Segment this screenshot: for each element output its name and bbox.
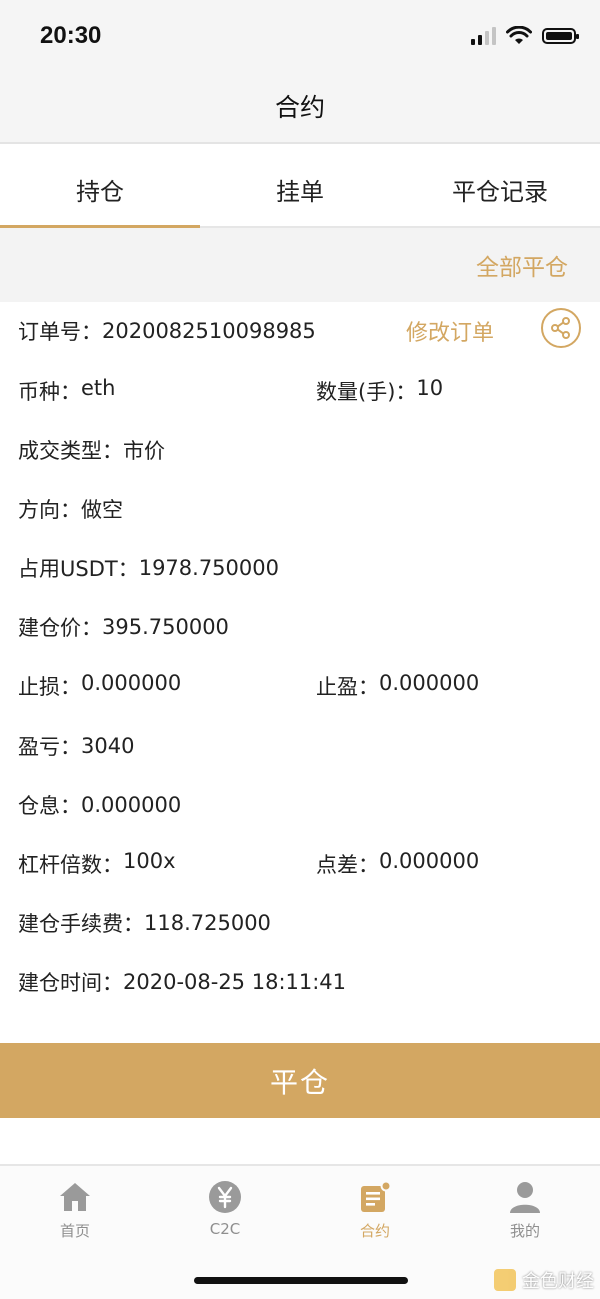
- watermark-text: 金色财经: [522, 1271, 594, 1292]
- direction-label: 方向：: [18, 498, 81, 522]
- contract-icon: [361, 1180, 392, 1212]
- cellular-signal-icon: [471, 27, 496, 45]
- leverage-value: 100x: [123, 849, 176, 873]
- direction-row: 方向： 做空: [18, 494, 588, 524]
- tabbar-label-home: 首页: [59, 1222, 90, 1240]
- interest-row: 仓息： 0.000000: [18, 790, 588, 820]
- coin-label: 币种：: [18, 380, 81, 404]
- page-title: 合约: [274, 93, 325, 122]
- fee-label: 建仓手续费：: [18, 912, 144, 936]
- order-detail: 订单号： 2020082510098985 修改订单 币种： eth 数量(手)…: [0, 302, 600, 1042]
- open-price-row: 建仓价： 395.750000: [18, 612, 588, 642]
- interest-label: 仓息：: [18, 794, 81, 818]
- status-icons: [471, 26, 579, 46]
- position-tabs: 持仓 挂单 平仓记录: [0, 152, 600, 228]
- share-icon: [551, 317, 570, 339]
- wifi-icon: [506, 26, 532, 44]
- tabbar-label-mine: 我的: [509, 1222, 540, 1240]
- spread-label: 点差：: [316, 853, 379, 877]
- order-no-label: 订单号：: [18, 320, 102, 344]
- take-profit-field: 止盈： 0.000000: [316, 671, 479, 701]
- order-no-value: 2020082510098985: [102, 319, 316, 343]
- tab-pending-orders[interactable]: 挂单: [200, 152, 400, 226]
- leverage-row: 杠杆倍数： 100x 点差： 0.000000: [18, 849, 588, 879]
- fee-row: 建仓手续费： 118.725000: [18, 908, 588, 938]
- usdt-row: 占用USDT： 1978.750000: [18, 553, 588, 583]
- tab-positions[interactable]: 持仓: [0, 152, 200, 228]
- deal-type-value: 市价: [123, 439, 165, 463]
- watermark: 金色财经: [494, 1267, 594, 1293]
- stop-loss-value: 0.000000: [81, 671, 182, 695]
- close-all-button[interactable]: 全部平仓: [476, 248, 568, 282]
- take-profit-label: 止盈：: [316, 675, 379, 699]
- qty-value: 10: [416, 376, 444, 400]
- battery-icon: [542, 28, 579, 44]
- close-position-button[interactable]: 平仓: [0, 1043, 600, 1118]
- coin-value: eth: [81, 376, 116, 400]
- tabbar-item-contract[interactable]: 合约: [300, 1180, 450, 1241]
- stop-loss-label: 止损：: [18, 675, 81, 699]
- take-profit-value: 0.000000: [379, 671, 480, 695]
- spread-value: 0.000000: [379, 849, 480, 873]
- spread-field: 点差： 0.000000: [316, 849, 479, 879]
- order-no-row: 订单号： 2020082510098985 修改订单: [18, 308, 588, 348]
- qty-label: 数量(手)：: [316, 380, 417, 404]
- tabbar-label-contract: 合约: [359, 1222, 390, 1240]
- tabbar-item-mine[interactable]: 我的: [450, 1180, 600, 1241]
- usdt-label: 占用USDT：: [18, 557, 139, 581]
- divider: [0, 142, 600, 152]
- stop-row: 止损： 0.000000 止盈： 0.000000: [18, 671, 588, 701]
- nav-bar: 合约: [0, 70, 600, 142]
- tabbar-item-c2c[interactable]: C2C: [150, 1180, 300, 1238]
- share-button[interactable]: [541, 308, 581, 348]
- pnl-row: 盈亏： 3040: [18, 731, 588, 761]
- yen-icon: [209, 1181, 241, 1213]
- leverage-field: 杠杆倍数： 100x: [18, 849, 176, 879]
- interest-value: 0.000000: [81, 793, 182, 817]
- home-indicator: [194, 1277, 408, 1284]
- pnl-label: 盈亏：: [18, 735, 81, 759]
- fee-value: 118.725000: [144, 911, 271, 935]
- pnl-value: 3040: [81, 734, 135, 758]
- action-strip: 全部平仓: [0, 228, 600, 302]
- qty-field: 数量(手)： 10: [316, 376, 443, 406]
- status-time: 20:30: [40, 22, 102, 49]
- watermark-logo-icon: [494, 1269, 516, 1291]
- stop-loss-field: 止损： 0.000000: [18, 671, 181, 701]
- usdt-value: 1978.750000: [138, 556, 279, 580]
- status-bar: 20:30: [0, 0, 600, 70]
- user-icon: [510, 1182, 540, 1213]
- open-time-row: 建仓时间： 2020-08-25 18:11:41: [18, 967, 588, 997]
- home-icon: [60, 1183, 90, 1211]
- deal-type-label: 成交类型：: [18, 439, 123, 463]
- direction-value: 做空: [81, 498, 123, 522]
- modify-order-button[interactable]: 修改订单: [406, 315, 494, 347]
- coin-qty-row: 币种： eth 数量(手)： 10: [18, 376, 588, 406]
- open-price-value: 395.750000: [102, 615, 229, 639]
- open-time-value: 2020-08-25 18:11:41: [123, 970, 347, 994]
- tab-close-records[interactable]: 平仓记录: [400, 152, 600, 226]
- open-price-label: 建仓价：: [18, 616, 102, 640]
- deal-type-row: 成交类型： 市价: [18, 435, 588, 465]
- tabbar-label-c2c: C2C: [209, 1220, 241, 1238]
- tabbar-item-home[interactable]: 首页: [0, 1180, 150, 1241]
- leverage-label: 杠杆倍数：: [18, 853, 123, 877]
- coin-field: 币种： eth: [18, 376, 115, 406]
- open-time-label: 建仓时间：: [18, 971, 123, 995]
